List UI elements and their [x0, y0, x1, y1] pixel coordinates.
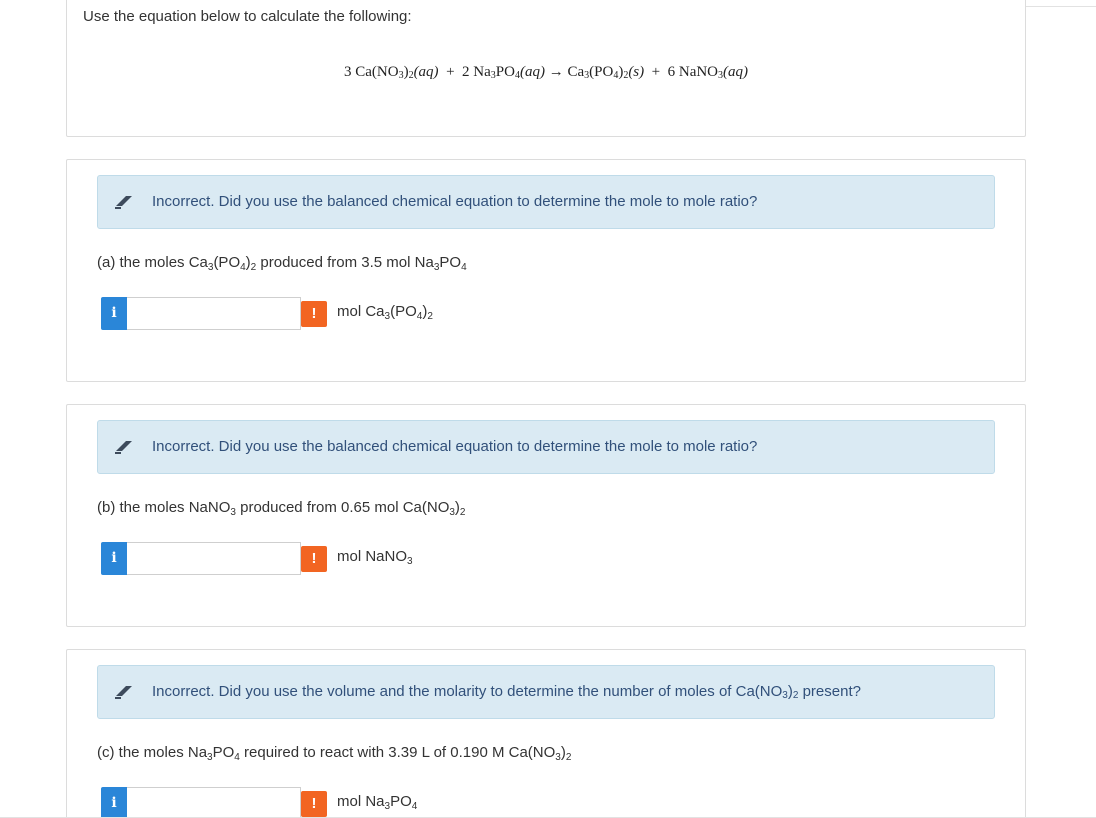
instructions-text: Use the equation below to calculate the …	[83, 8, 412, 25]
question-panel-a: Incorrect. Did you use the balanced chem…	[66, 159, 1026, 382]
answer-input[interactable]	[127, 787, 301, 818]
feedback-message: Incorrect. Did you use the balanced chem…	[152, 193, 757, 210]
feedback-banner: Incorrect. Did you use the balanced chem…	[97, 175, 995, 229]
unit-label: mol Ca3(PO4)2	[337, 303, 433, 322]
feedback-banner: Incorrect. Did you use the balanced chem…	[97, 420, 995, 474]
question-panel-c: Incorrect. Did you use the volume and th…	[66, 649, 1026, 818]
pencil-icon	[113, 193, 135, 211]
question-text: (c) the moles Na3PO4 required to react w…	[97, 744, 571, 763]
unit-label: mol Na3PO4	[337, 793, 417, 812]
answer-input[interactable]	[127, 542, 301, 575]
unit-label: mol NaNO3	[337, 548, 413, 567]
warning-icon: !	[301, 546, 327, 572]
question-panel-b: Incorrect. Did you use the balanced chem…	[66, 404, 1026, 627]
pencil-icon	[113, 683, 135, 701]
warning-icon: !	[301, 791, 327, 817]
answer-input[interactable]	[127, 297, 301, 330]
info-icon[interactable]: i	[101, 297, 127, 330]
intro-panel: Use the equation below to calculate the …	[66, 0, 1026, 137]
info-icon[interactable]: i	[101, 787, 127, 818]
question-text: (a) the moles Ca3(PO4)2 produced from 3.…	[97, 254, 467, 273]
pencil-icon	[113, 438, 135, 456]
feedback-banner: Incorrect. Did you use the volume and th…	[97, 665, 995, 719]
question-text: (b) the moles NaNO3 produced from 0.65 m…	[97, 499, 465, 518]
feedback-message: Incorrect. Did you use the balanced chem…	[152, 438, 757, 455]
feedback-message: Incorrect. Did you use the volume and th…	[152, 683, 861, 701]
warning-icon: !	[301, 301, 327, 327]
chemical-equation: 3 Ca(NO3)2(aq) + 2 Na3PO4(aq) → Ca3(PO4)…	[67, 64, 1025, 81]
info-icon[interactable]: i	[101, 542, 127, 575]
